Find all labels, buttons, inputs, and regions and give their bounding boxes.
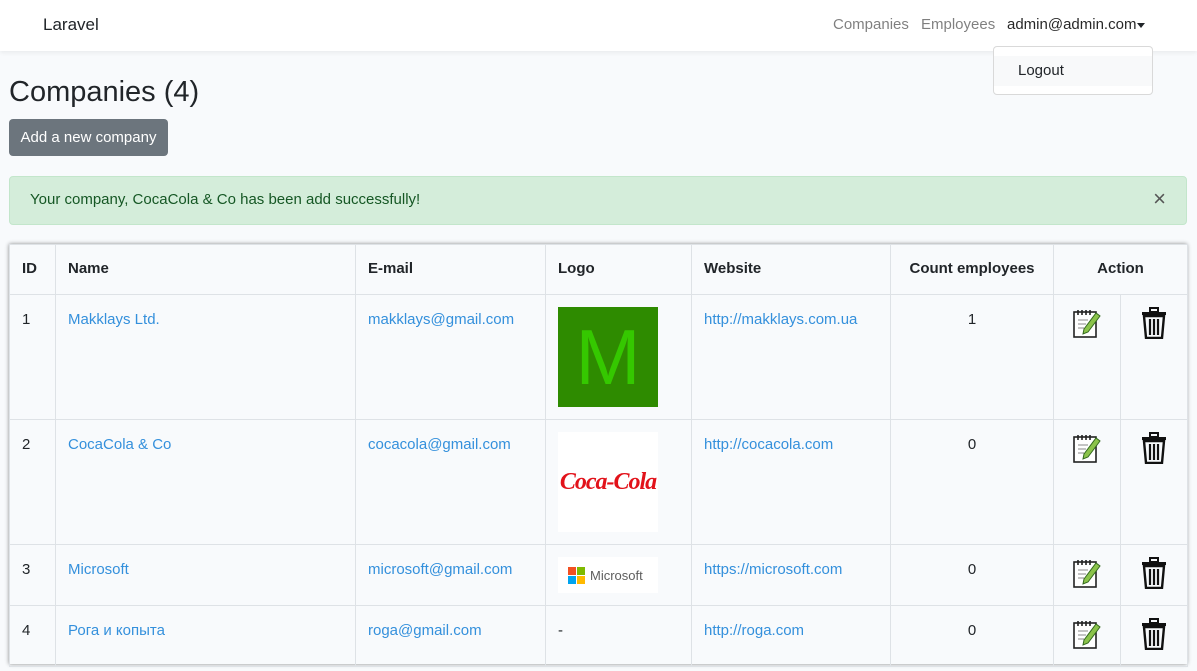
cell-website: http://makklays.com.ua [691, 294, 891, 420]
header-name: Name [55, 244, 356, 295]
company-website-link[interactable]: http://roga.com [704, 622, 804, 639]
company-email-link[interactable]: microsoft@gmail.com [368, 561, 512, 578]
company-logo: M [558, 307, 658, 407]
cell-name: CocaCola & Co [55, 419, 356, 545]
cell-name: Microsoft [55, 544, 356, 606]
cell-id: 2 [9, 419, 56, 545]
nav-employees-link[interactable]: Employees [921, 16, 995, 33]
company-website-link[interactable]: http://cocacola.com [704, 436, 833, 453]
header-count: Count employees [890, 244, 1054, 295]
cell-id: 3 [9, 544, 56, 606]
cell-email: roga@gmail.com [355, 605, 546, 667]
close-icon[interactable]: × [1153, 187, 1166, 211]
cell-count: 0 [890, 544, 1054, 606]
cell-logo: Microsoft [545, 544, 692, 606]
cell-email: cocacola@gmail.com [355, 419, 546, 545]
trash-icon[interactable] [1140, 307, 1168, 343]
cell-logo: M [545, 294, 692, 420]
nav-companies-link[interactable]: Companies [833, 16, 909, 33]
cell-email: microsoft@gmail.com [355, 544, 546, 606]
cell-logo: - [545, 605, 692, 667]
edit-cell [1053, 294, 1121, 420]
table-row: 2 CocaCola & Co cocacola@gmail.com Coca-… [9, 419, 1189, 545]
edit-icon[interactable] [1072, 435, 1102, 468]
company-website-link[interactable]: https://microsoft.com [704, 561, 842, 578]
header-id: ID [9, 244, 56, 295]
delete-cell [1119, 544, 1189, 606]
edit-cell [1053, 419, 1121, 545]
header-email: E-mail [355, 244, 546, 295]
header-logo: Logo [545, 244, 692, 295]
trash-icon[interactable] [1140, 618, 1168, 654]
user-menu-toggle[interactable]: admin@admin.com [1007, 16, 1136, 33]
caret-down-icon[interactable] [1137, 23, 1145, 28]
company-website-link[interactable]: http://makklays.com.ua [704, 311, 857, 328]
edit-icon[interactable] [1072, 621, 1102, 654]
add-company-button[interactable]: Add a new company [9, 119, 168, 156]
companies-table: ID Name E-mail Logo Website Count employ… [9, 244, 1189, 667]
alert-message: Your company, CocaCola & Co has been add… [30, 191, 421, 208]
company-email-link[interactable]: roga@gmail.com [368, 622, 482, 639]
cell-name: Рога и копыта [55, 605, 356, 667]
table-row: 4 Рога и копыта roga@gmail.com - http://… [9, 605, 1189, 667]
cell-id: 4 [9, 605, 56, 667]
navbar: Laravel Companies Employees admin@admin.… [0, 0, 1197, 51]
edit-cell [1053, 605, 1121, 667]
logout-menu-item[interactable]: Logout [994, 56, 1152, 86]
edit-cell [1053, 544, 1121, 606]
edit-icon[interactable] [1072, 560, 1102, 593]
header-action: Action [1052, 244, 1189, 295]
trash-icon[interactable] [1140, 557, 1168, 593]
cell-website: https://microsoft.com [691, 544, 891, 606]
company-name-link[interactable]: CocaCola & Co [68, 436, 171, 453]
brand-logo[interactable]: Laravel [43, 15, 99, 35]
cell-website: http://cocacola.com [691, 419, 891, 545]
cell-count: 0 [890, 605, 1054, 667]
table-row: 1 Makklays Ltd. makklays@gmail.com M htt… [9, 294, 1189, 420]
page-title: Companies (4) [9, 76, 200, 108]
company-name-link[interactable]: Makklays Ltd. [68, 311, 160, 328]
cell-email: makklays@gmail.com [355, 294, 546, 420]
success-alert: Your company, CocaCola & Co has been add… [9, 176, 1187, 225]
cell-name: Makklays Ltd. [55, 294, 356, 420]
cell-id: 1 [9, 294, 56, 420]
company-name-link[interactable]: Рога и копыта [68, 622, 165, 639]
cell-count: 1 [890, 294, 1054, 420]
trash-icon[interactable] [1140, 432, 1168, 468]
company-email-link[interactable]: makklays@gmail.com [368, 311, 514, 328]
company-logo: Microsoft [558, 557, 658, 593]
table-row: 3 Microsoft microsoft@gmail.com Microsof… [9, 544, 1189, 606]
delete-cell [1119, 605, 1189, 667]
cell-count: 0 [890, 419, 1054, 545]
user-dropdown-menu: Logout [993, 46, 1153, 95]
edit-icon[interactable] [1072, 310, 1102, 343]
delete-cell [1119, 294, 1189, 420]
company-email-link[interactable]: cocacola@gmail.com [368, 436, 511, 453]
header-website: Website [691, 244, 891, 295]
company-name-link[interactable]: Microsoft [68, 561, 129, 578]
table-header-row: ID Name E-mail Logo Website Count employ… [9, 244, 1189, 295]
cell-logo: Coca-Cola [545, 419, 692, 545]
delete-cell [1119, 419, 1189, 545]
company-logo: Coca-Cola [558, 432, 658, 532]
cell-website: http://roga.com [691, 605, 891, 667]
